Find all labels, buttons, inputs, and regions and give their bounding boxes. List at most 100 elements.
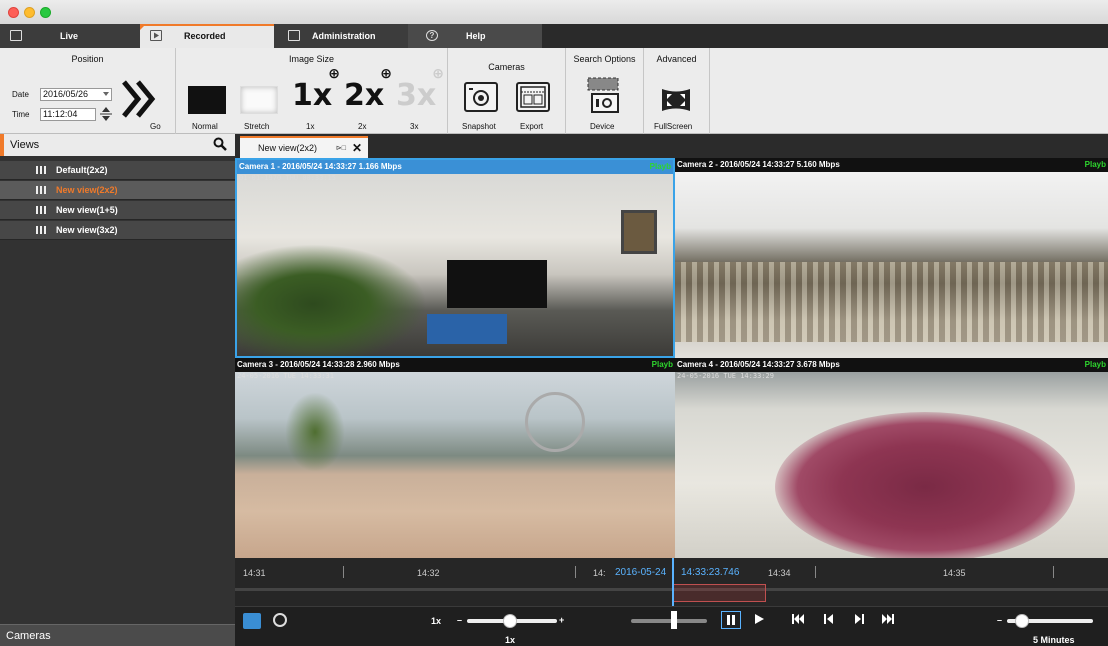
go-button-label[interactable]: Go	[150, 122, 161, 131]
normal-size-icon[interactable]	[188, 86, 226, 114]
view-item-label: Default(2x2)	[56, 165, 108, 175]
tab-recorded[interactable]: Recorded	[140, 24, 274, 48]
range-value: 5 Minutes	[1033, 635, 1075, 645]
camera-2-header: Camera 2 - 2016/05/24 14:33:27 5.160 Mbp…	[675, 158, 1108, 172]
search-options-group: Search Options Device	[566, 48, 644, 134]
view-tab-new-view-2x2[interactable]: New view(2x2) ⊳□ ✕	[240, 136, 368, 158]
ribbon-toolbar: Position Date 2016/05/26 Time 11:12:04 G…	[0, 48, 1108, 134]
position-slider[interactable]	[631, 619, 707, 623]
view-item-new-view-3x2[interactable]: New view(3x2)	[0, 221, 235, 240]
snapshot-label: Snapshot	[462, 122, 496, 131]
close-window-button[interactable]	[8, 7, 19, 18]
cameras-header[interactable]: Cameras	[0, 624, 235, 646]
views-header: Views	[0, 134, 235, 156]
camera-4-title: Camera 4 - 2016/05/24 14:33:27 3.678 Mbp…	[677, 360, 840, 369]
camera-4-status: Playb	[1084, 360, 1106, 369]
time-stepper[interactable]	[99, 106, 113, 122]
speed-value: 1x	[505, 635, 516, 645]
tab-administration[interactable]: Administration	[274, 24, 408, 48]
view-item-new-view-1-5[interactable]: New view(1+5)	[0, 201, 235, 220]
cameras-group-title: Cameras	[488, 62, 525, 72]
clock-icon[interactable]	[273, 613, 287, 627]
tab-active-marker	[140, 24, 146, 30]
tab-help[interactable]: ? Help	[408, 24, 542, 48]
camera-1-osd: 01-01-1970 THU 00:33:15	[239, 174, 336, 182]
image-size-group-title: Image Size	[288, 54, 335, 64]
image-size-group: Image Size Normal Stretch 1x⊕ 1x 2x⊕ 2x …	[176, 48, 448, 134]
speed-label: 1x	[431, 616, 442, 626]
zoom-1x-icon[interactable]: 1x⊕	[292, 66, 344, 113]
timeline-label: 14:35	[943, 568, 966, 578]
normal-label: Normal	[192, 122, 218, 131]
date-field[interactable]: 2016/05/26	[40, 88, 112, 101]
camera-sync-icon[interactable]	[243, 613, 261, 629]
snapshot-icon[interactable]	[464, 82, 498, 112]
advanced-title: Advanced	[656, 54, 697, 64]
timeline-label: 14:	[593, 568, 606, 578]
grid-icon	[36, 226, 46, 234]
camera-4-video	[675, 372, 1108, 558]
play-icon[interactable]	[753, 613, 765, 628]
camera-cell-1[interactable]: Camera 1 - 2016/05/24 14:33:27 1.166 Mbp…	[235, 158, 675, 358]
chevron-down-icon[interactable]	[103, 92, 109, 96]
view-item-label: New view(1+5)	[56, 205, 118, 215]
time-value: 11:12:04	[43, 109, 78, 119]
camera-3-header: Camera 3 - 2016/05/24 14:33:28 2.960 Mbp…	[235, 358, 675, 372]
step-back-icon[interactable]	[823, 613, 835, 628]
close-icon[interactable]: ✕	[352, 141, 362, 155]
timeline-tick	[575, 566, 576, 578]
go-icon[interactable]	[120, 80, 160, 118]
skip-start-icon[interactable]	[791, 613, 805, 628]
speed-decrease[interactable]: –	[457, 615, 462, 625]
grid-icon	[36, 166, 46, 174]
position-marker[interactable]	[671, 611, 677, 629]
main-tab-bar: Live Recorded Administration ? Help	[0, 24, 1108, 48]
timeline[interactable]: 14:31 14:32 14: 14:34 14:35 2016-05-24 1…	[235, 558, 1108, 606]
advanced-group: Advanced FullScreen	[644, 48, 710, 134]
pause-button[interactable]	[721, 611, 741, 629]
tab-live[interactable]: Live	[0, 24, 140, 48]
monitor-icon	[10, 30, 22, 41]
view-item-new-view-2x2[interactable]: New view(2x2)	[0, 181, 235, 200]
minimize-window-button[interactable]	[24, 7, 35, 18]
time-field[interactable]: 11:12:04	[40, 108, 96, 121]
pin-icon[interactable]: ⊳□	[336, 144, 346, 152]
stretch-size-icon[interactable]	[240, 86, 278, 114]
help-icon: ?	[426, 30, 438, 41]
timeline-tick	[343, 566, 344, 578]
zoom-3x-label: 3x	[410, 122, 419, 131]
camera-cell-3[interactable]: Camera 3 - 2016/05/24 14:33:28 2.960 Mbp…	[235, 358, 675, 558]
camera-cell-2[interactable]: Camera 2 - 2016/05/24 14:33:27 5.160 Mbp…	[675, 158, 1108, 358]
zoom-window-button[interactable]	[40, 7, 51, 18]
position-group: Position Date 2016/05/26 Time 11:12:04 G…	[0, 48, 176, 134]
device-icon[interactable]	[586, 74, 624, 116]
tab-administration-label: Administration	[312, 31, 376, 41]
camera-3-title: Camera 3 - 2016/05/24 14:33:28 2.960 Mbp…	[237, 360, 400, 369]
camera-3-status: Playb	[651, 360, 673, 369]
camera-4-header: Camera 4 - 2016/05/24 14:33:27 3.678 Mbp…	[675, 358, 1108, 372]
camera-1-video	[237, 174, 673, 356]
view-tab-bar: New view(2x2) ⊳□ ✕	[235, 134, 1108, 158]
zoom-3x-icon: 3x⊕	[396, 66, 444, 113]
skip-end-icon[interactable]	[881, 613, 895, 628]
speed-slider-knob[interactable]	[503, 614, 517, 628]
view-item-default-2x2[interactable]: Default(2x2)	[0, 161, 235, 180]
step-forward-icon[interactable]	[853, 613, 865, 628]
range-slider-knob[interactable]	[1015, 614, 1029, 628]
fullscreen-label: FullScreen	[654, 122, 693, 131]
playback-controls: 1x – + 1x – 5 Minutes	[235, 606, 1108, 646]
view-item-label: New view(3x2)	[56, 225, 118, 235]
export-icon[interactable]	[516, 82, 550, 112]
timeline-cursor[interactable]	[672, 558, 674, 606]
speed-increase[interactable]: +	[559, 615, 564, 625]
camera-cell-4[interactable]: Camera 4 - 2016/05/24 14:33:27 3.678 Mbp…	[675, 358, 1108, 558]
timeline-tick	[1053, 566, 1054, 578]
fullscreen-icon[interactable]	[660, 86, 692, 114]
play-icon	[150, 30, 162, 41]
search-icon[interactable]	[213, 137, 227, 151]
range-decrease[interactable]: –	[997, 615, 1002, 625]
camera-3-osd: 24-05-2016 TUE 14:33:31	[237, 372, 334, 380]
zoom-2x-icon[interactable]: 2x⊕	[344, 66, 396, 113]
date-label: Date	[12, 90, 29, 99]
folder-icon	[288, 30, 300, 41]
